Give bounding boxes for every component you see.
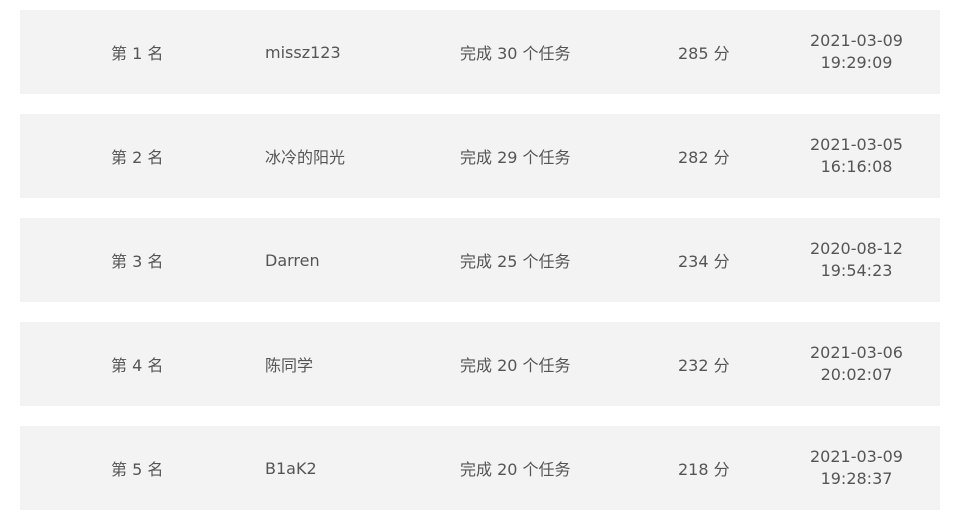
ranking-list: 第 1 名 missz123 完成 30 个任务 285 分 2021-03-0… <box>0 0 969 510</box>
tasks-completed: 完成 30 个任务 <box>460 44 571 63</box>
timestamp-date: 2020-08-12 <box>810 239 903 258</box>
timestamp: 2021-03-09 19:28:37 <box>800 426 913 510</box>
username: Darren <box>265 250 320 270</box>
ranking-row: 第 1 名 missz123 完成 30 个任务 285 分 2021-03-0… <box>20 10 940 94</box>
timestamp-date: 2021-03-05 <box>810 135 903 154</box>
tasks-completed: 完成 20 个任务 <box>460 460 571 479</box>
timestamp-date: 2021-03-06 <box>810 343 903 362</box>
username: 陈同学 <box>265 356 314 375</box>
score: 234 分 <box>678 252 730 271</box>
tasks-completed: 完成 25 个任务 <box>460 252 571 271</box>
timestamp-time: 19:29:09 <box>820 53 893 72</box>
username: B1aK2 <box>265 458 317 478</box>
score: 285 分 <box>678 44 730 63</box>
timestamp: 2021-03-05 16:16:08 <box>800 114 913 198</box>
username: missz123 <box>265 42 341 62</box>
rank-label: 第 5 名 <box>111 460 164 479</box>
score: 232 分 <box>678 356 730 375</box>
ranking-row: 第 2 名 冰冷的阳光 完成 29 个任务 282 分 2021-03-05 1… <box>20 114 940 198</box>
timestamp: 2020-08-12 19:54:23 <box>800 218 913 302</box>
timestamp-time: 19:28:37 <box>820 469 893 488</box>
timestamp-time: 20:02:07 <box>820 365 893 384</box>
tasks-completed: 完成 20 个任务 <box>460 356 571 375</box>
username: 冰冷的阳光 <box>265 148 346 167</box>
timestamp-time: 19:54:23 <box>820 261 893 280</box>
ranking-row: 第 4 名 陈同学 完成 20 个任务 232 分 2021-03-06 20:… <box>20 322 940 406</box>
score: 218 分 <box>678 460 730 479</box>
ranking-row: 第 3 名 Darren 完成 25 个任务 234 分 2020-08-12 … <box>20 218 940 302</box>
ranking-row: 第 5 名 B1aK2 完成 20 个任务 218 分 2021-03-09 1… <box>20 426 940 510</box>
rank-label: 第 1 名 <box>111 44 164 63</box>
rank-label: 第 2 名 <box>111 148 164 167</box>
score: 282 分 <box>678 148 730 167</box>
timestamp-date: 2021-03-09 <box>810 31 903 50</box>
timestamp-date: 2021-03-09 <box>810 447 903 466</box>
tasks-completed: 完成 29 个任务 <box>460 148 571 167</box>
timestamp: 2021-03-06 20:02:07 <box>800 322 913 406</box>
timestamp: 2021-03-09 19:29:09 <box>800 10 913 94</box>
rank-label: 第 4 名 <box>111 356 164 375</box>
rank-label: 第 3 名 <box>111 252 164 271</box>
timestamp-time: 16:16:08 <box>820 157 893 176</box>
